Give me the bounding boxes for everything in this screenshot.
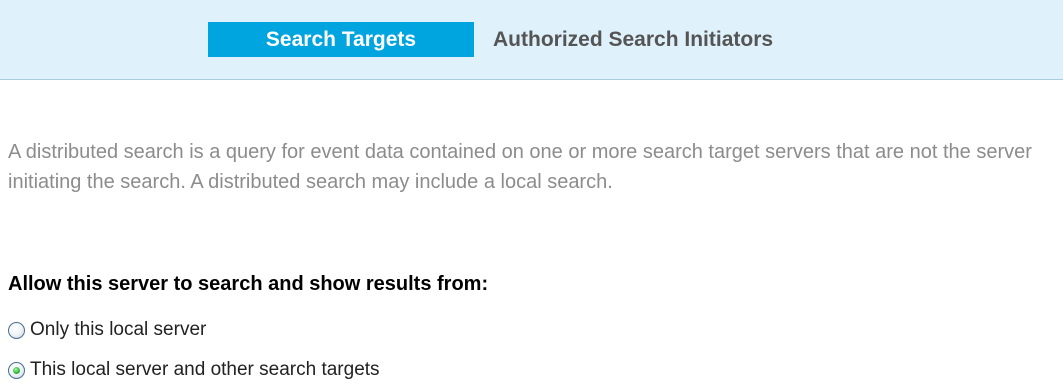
radio-unchecked-icon[interactable] xyxy=(8,321,25,339)
tab-bar: Search Targets Authorized Search Initiat… xyxy=(0,0,1063,80)
radio-checked-icon[interactable] xyxy=(8,361,25,379)
option-only-local-server[interactable]: Only this local server xyxy=(8,319,206,341)
search-scope-heading: Allow this server to search and show res… xyxy=(8,273,489,295)
tab-search-targets[interactable]: Search Targets xyxy=(208,22,474,57)
option-local-and-search-targets[interactable]: This local server and other search targe… xyxy=(8,359,380,381)
tab-authorized-search-initiators[interactable]: Authorized Search Initiators xyxy=(493,22,773,57)
option-only-local-server-label: Only this local server xyxy=(30,319,207,340)
distributed-search-description: A distributed search is a query for even… xyxy=(8,141,1032,193)
option-local-and-search-targets-label: This local server and other search targe… xyxy=(30,359,380,380)
